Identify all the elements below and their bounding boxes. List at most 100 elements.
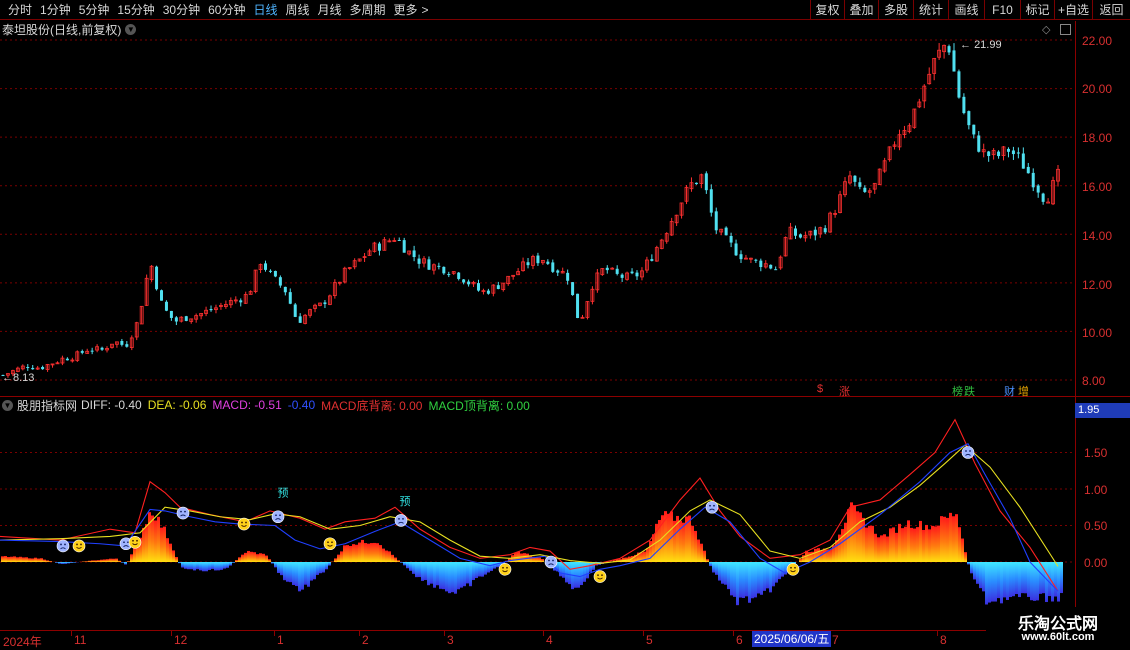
sad-face-circle	[271, 510, 285, 524]
macd-bar	[988, 562, 991, 603]
macd-bar	[367, 543, 370, 562]
macd-bar	[43, 559, 46, 562]
event-mark[interactable]: 涨	[839, 383, 850, 399]
candle-body	[650, 259, 654, 261]
macd-bar	[682, 522, 685, 562]
event-mark[interactable]: 增	[1018, 383, 1029, 399]
macd-bar	[523, 553, 526, 562]
candle-body	[184, 316, 188, 321]
macd-bar	[178, 562, 181, 564]
macd-bar	[154, 520, 157, 562]
macd-bar	[379, 545, 382, 562]
macd-bar	[1015, 562, 1018, 595]
price-tick-label: 10.00	[1082, 326, 1113, 340]
macd-bar	[925, 524, 928, 562]
macd-bar	[187, 562, 190, 570]
macd-bar	[763, 562, 766, 591]
macd-bar	[229, 562, 232, 566]
macd-bar	[445, 562, 448, 592]
candle-body	[1036, 185, 1040, 193]
macd-bar	[403, 562, 406, 566]
happy-face-eye	[136, 539, 138, 542]
macd-bar	[289, 562, 292, 583]
event-mark[interactable]: 榜	[952, 383, 963, 399]
macd-bar	[280, 562, 283, 576]
macd-bar	[757, 562, 760, 594]
macd-bar	[829, 549, 832, 562]
macd-bar	[931, 525, 934, 562]
candle-body	[65, 358, 69, 361]
chevron-down-icon[interactable]: ▼	[2, 399, 13, 411]
macd-bar	[109, 558, 112, 562]
macd-bar	[760, 562, 763, 595]
chart-canvas[interactable]: 预预	[0, 0, 1130, 650]
warning-marker: 预	[400, 495, 411, 508]
candle-body	[90, 350, 94, 352]
date-label: 3	[447, 633, 454, 647]
indicator-tick-label: 0.50	[1084, 519, 1108, 533]
macd-bar	[841, 529, 844, 562]
macd-bar	[940, 516, 943, 562]
macd-bar	[871, 525, 874, 562]
macd-bar	[304, 562, 307, 585]
macd-bar	[919, 520, 922, 562]
macd-bar	[1045, 562, 1048, 603]
candle-body	[159, 290, 163, 301]
panel-toggle-icon[interactable]	[1060, 24, 1071, 35]
macd-bar	[901, 528, 904, 562]
candle-body	[273, 270, 277, 277]
macd-bar	[424, 562, 427, 581]
sad-face-icon	[961, 446, 975, 459]
date-label: 5	[646, 633, 653, 647]
macd-bar	[922, 529, 925, 562]
candle-body	[813, 229, 817, 236]
happy-face-icon	[72, 539, 86, 553]
candle-body	[556, 270, 560, 273]
macd-bar	[91, 560, 94, 562]
candle-body	[397, 239, 401, 241]
candle-body	[26, 366, 30, 368]
candle-body	[1016, 152, 1020, 154]
event-mark[interactable]: 跌	[964, 383, 975, 399]
cursor-date-label: 2025/06/06/五	[752, 631, 832, 647]
macd-bar	[274, 562, 277, 568]
macd-bar	[460, 562, 463, 588]
macd-bar	[148, 512, 151, 562]
happy-face-circle	[498, 562, 512, 576]
macd-bar	[19, 556, 22, 562]
macd-bar	[112, 558, 115, 562]
macd-bar	[97, 560, 100, 562]
happy-face-eye	[76, 543, 78, 546]
sad-face-circle	[544, 555, 558, 569]
macd-bar	[949, 512, 952, 562]
price-tick-label: 20.00	[1082, 82, 1113, 96]
macd-bar	[184, 562, 187, 569]
happy-face-circle	[237, 517, 251, 531]
candle-body	[957, 71, 961, 98]
macd-bar	[718, 562, 721, 581]
macd-bar	[952, 516, 955, 562]
sad-face-eye	[969, 450, 971, 452]
event-mark[interactable]: $	[817, 383, 823, 395]
macd-bar	[409, 562, 412, 571]
macd-bar	[16, 557, 19, 562]
candle-body	[704, 173, 708, 191]
macd-bar	[208, 562, 211, 571]
low-price-label: ←8.13	[2, 372, 35, 384]
macd-bar	[352, 544, 355, 562]
happy-face-circle	[72, 539, 86, 553]
macd-bar	[580, 562, 583, 586]
event-mark[interactable]: 财	[1004, 383, 1015, 399]
candle-body	[467, 281, 471, 285]
macd-bar	[124, 562, 127, 565]
candle-body	[620, 274, 624, 278]
macd-bar	[118, 560, 121, 562]
macd-bar	[232, 562, 235, 563]
macd-bar	[586, 562, 589, 579]
macd-bar	[847, 509, 850, 562]
diamond-icon[interactable]: ◇	[1042, 23, 1050, 36]
chevron-down-icon[interactable]: ▼	[125, 23, 137, 35]
sad-face-eye	[709, 504, 711, 507]
date-axis: 2024年 11 12 1 2 3 4 5 6 7 8	[0, 630, 1075, 649]
date-label: 1	[277, 633, 284, 647]
